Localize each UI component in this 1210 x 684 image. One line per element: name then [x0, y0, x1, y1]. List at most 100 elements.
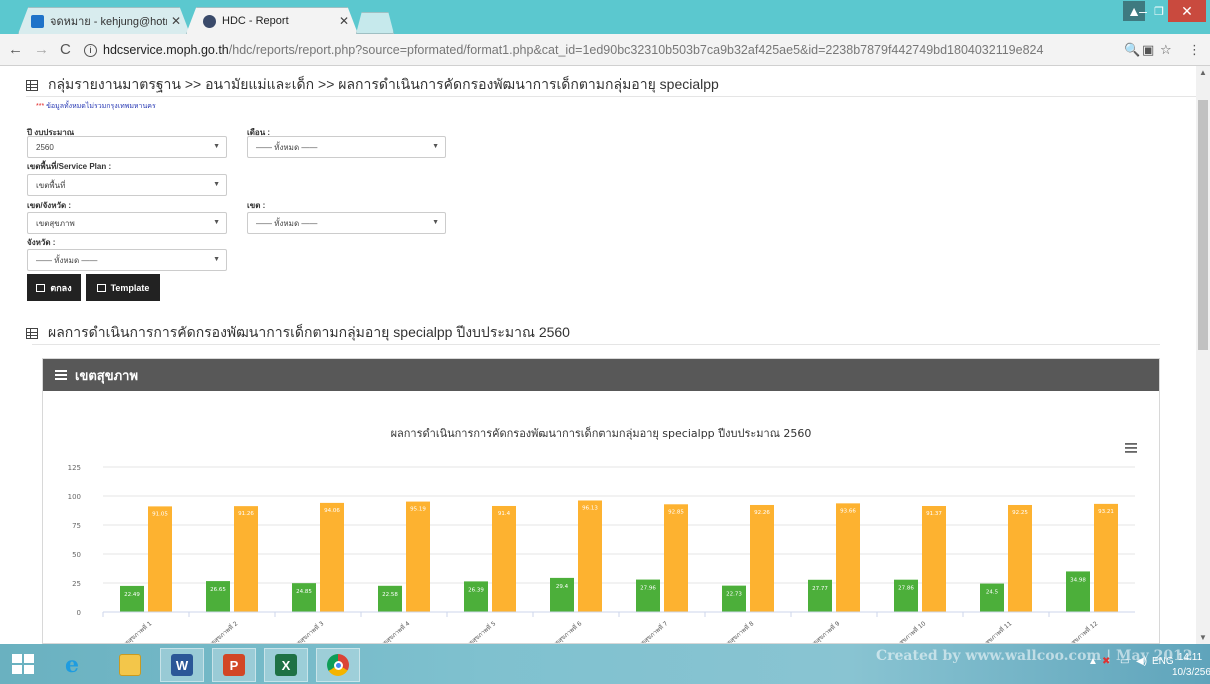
x-tick-label: เขตสุขภาพที่ 8 — [720, 619, 755, 643]
bar — [808, 579, 832, 612]
data-label: 92.26 — [754, 510, 770, 516]
forward-arrow-icon[interactable]: → — [34, 41, 49, 58]
bar — [664, 504, 688, 612]
ok-button[interactable]: ตกลง — [27, 274, 81, 301]
excel-icon[interactable]: X — [264, 648, 308, 682]
table-icon — [26, 327, 38, 339]
data-label: 26.39 — [468, 587, 484, 593]
table-icon — [26, 79, 38, 91]
area-value: เขตพื้นที่ — [36, 180, 66, 190]
bar — [922, 506, 946, 612]
chart-panel: เขตสุขภาพ ผลการดำเนินการการคัดกรองพัฒนาก… — [42, 358, 1160, 644]
year-value: 2560 — [36, 142, 54, 152]
data-label: 26.65 — [210, 587, 226, 593]
month-select[interactable]: —— ทั้งหมด —— ▼ — [247, 136, 446, 158]
tab-title: จดหมาย - kehjung@hotm — [50, 16, 167, 28]
bar — [464, 581, 488, 612]
bar — [234, 506, 258, 612]
area-select[interactable]: เขตพื้นที่ ▼ — [27, 174, 227, 196]
clock-time: 14:11 — [1177, 652, 1203, 663]
tab-hdc-report[interactable]: HDC - Report ✕ — [186, 7, 358, 34]
word-icon[interactable]: W — [160, 648, 204, 682]
data-label: 91.26 — [238, 511, 254, 517]
minimize-button[interactable]: – — [1136, 0, 1150, 22]
language-indicator[interactable]: ENG — [1152, 656, 1174, 667]
file-explorer-icon[interactable] — [108, 648, 152, 682]
year-select[interactable]: 2560 ▼ — [27, 136, 227, 158]
y-tick-label: 25 — [72, 580, 81, 588]
restore-button[interactable]: ❐ — [1152, 0, 1166, 22]
area-label: เขตพื้นที่/Service Plan : — [27, 162, 112, 171]
menu-dots-icon[interactable]: ⋮ — [1188, 42, 1201, 58]
province-select[interactable]: —— ทั้งหมด —— ▼ — [27, 249, 227, 271]
network-warning-icon[interactable]: ✖ — [1102, 656, 1110, 667]
region-select[interactable]: เขตสุขภาพ ▼ — [27, 212, 227, 234]
taskbar: e W P X Created by www.wallcoo.com | May… — [0, 644, 1210, 684]
info-icon[interactable]: i — [84, 43, 97, 57]
translate-icon[interactable]: ▣ — [1142, 42, 1154, 58]
y-tick-label: 100 — [68, 493, 81, 501]
hamburger-icon — [1125, 447, 1137, 449]
bar — [636, 579, 660, 612]
data-label: 93.21 — [1098, 509, 1114, 515]
caret-down-icon: ▼ — [213, 256, 220, 263]
x-tick-label: เขตสุขภาพที่ 6 — [548, 619, 583, 643]
volume-icon[interactable]: ◀) — [1136, 656, 1147, 667]
data-label: 22.49 — [124, 592, 140, 598]
page-scrollbar[interactable]: ▲ ▼ — [1196, 66, 1210, 644]
url-path: /hdc/reports/report.php?source=pformated… — [228, 43, 1044, 57]
note-stars: *** — [36, 103, 45, 110]
ie-icon[interactable]: e — [50, 648, 94, 682]
data-label: 27.96 — [640, 586, 656, 592]
bar — [320, 502, 344, 612]
page-content: กลุ่มรายงานมาตรฐาน >> อนามัยแม่และเด็ก >… — [0, 66, 1196, 644]
clock[interactable]: 14:11 10/3/2560 — [1172, 650, 1210, 680]
close-icon[interactable]: ✕ — [171, 14, 181, 28]
data-label: 22.73 — [726, 592, 742, 598]
data-label: 94.06 — [324, 508, 340, 514]
close-icon[interactable]: ✕ — [339, 14, 349, 28]
x-tick-label: เขตสุขภาพที่ 2 — [204, 619, 239, 643]
zone-select[interactable]: —— ทั้งหมด —— ▼ — [247, 212, 446, 234]
data-label: 93.66 — [840, 508, 856, 514]
power-icon[interactable]: ▭ — [1120, 656, 1129, 667]
new-tab-button[interactable] — [356, 12, 394, 34]
reload-icon[interactable]: C — [60, 41, 71, 58]
back-arrow-icon[interactable]: ← — [8, 41, 23, 58]
bar — [378, 585, 402, 612]
caret-down-icon: ▼ — [213, 219, 220, 226]
chrome-icon[interactable] — [316, 648, 360, 682]
caret-down-icon: ▼ — [432, 219, 439, 226]
section-title-text: ผลการดำเนินการการคัดกรองพัฒนาการเด็กตามก… — [48, 324, 570, 340]
notification-chevron-icon[interactable]: ▲ — [1088, 656, 1098, 667]
bar — [292, 583, 316, 612]
data-label: 24.85 — [296, 589, 312, 595]
powerpoint-icon[interactable]: P — [212, 648, 256, 682]
bar-chart: ผลการดำเนินการการคัดกรองพัฒนาการเด็กตามก… — [68, 426, 1137, 644]
x-tick-label: เขตสุขภาพที่ 11 — [976, 619, 1014, 643]
breadcrumb-text: กลุ่มรายงานมาตรฐาน >> อนามัยแม่และเด็ก >… — [48, 76, 719, 92]
scroll-up-icon[interactable]: ▲ — [1199, 68, 1207, 77]
bar — [750, 504, 774, 612]
address-bar[interactable]: i hdcservice.moph.go.th/hdc/reports/repo… — [84, 38, 1174, 62]
start-icon[interactable] — [12, 654, 34, 674]
list-icon — [55, 370, 67, 380]
data-label: 24.5 — [986, 590, 999, 596]
province-value: —— ทั้งหมด —— — [36, 255, 98, 265]
bar — [722, 585, 746, 612]
scroll-thumb[interactable] — [1198, 100, 1208, 350]
divider — [26, 96, 1196, 97]
zoom-icon[interactable]: 🔍 — [1124, 42, 1140, 58]
panel-title: เขตสุขภาพ — [75, 367, 139, 383]
bar — [894, 579, 918, 612]
window-close-button[interactable]: ✕ — [1168, 0, 1206, 22]
bar — [406, 501, 430, 612]
browser-toolbar: ← → C i hdcservice.moph.go.th/hdc/report… — [0, 34, 1210, 66]
outlook-icon — [31, 14, 44, 28]
tab-mail[interactable]: จดหมาย - kehjung@hotm ✕ — [18, 7, 190, 34]
edit-icon — [96, 283, 106, 292]
scroll-down-icon[interactable]: ▼ — [1199, 633, 1207, 642]
data-label: 91.37 — [926, 511, 942, 517]
template-button[interactable]: Template — [86, 274, 160, 301]
bookmark-star-icon[interactable]: ☆ — [1160, 42, 1172, 58]
